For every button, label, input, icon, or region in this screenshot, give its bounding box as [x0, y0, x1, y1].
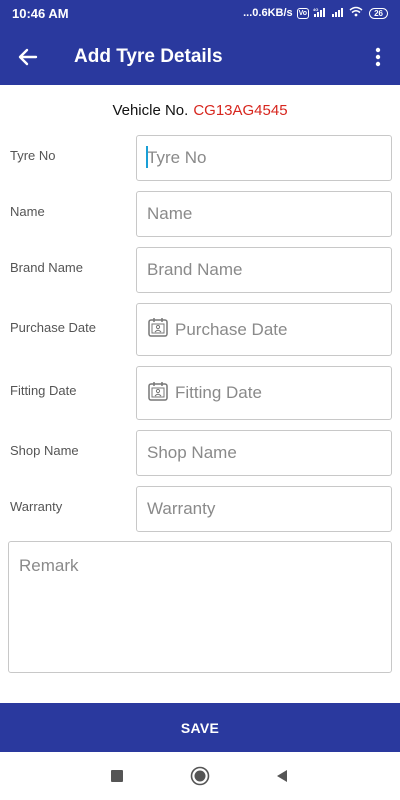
- brand-name-field[interactable]: [136, 247, 392, 293]
- network-speed: ...0.6KB/s: [243, 7, 293, 19]
- status-bar: 10:46 AM ...0.6KB/s Vo 4G 26: [0, 0, 400, 28]
- battery-icon: 26: [369, 7, 388, 19]
- page-title: Add Tyre Details: [74, 46, 223, 67]
- vehicle-label: Vehicle No.: [112, 102, 189, 119]
- shop-name-label: Shop Name: [10, 443, 79, 458]
- more-vertical-icon[interactable]: [366, 42, 390, 72]
- save-button[interactable]: SAVE: [0, 703, 400, 752]
- brand-name-label: Brand Name: [10, 260, 83, 275]
- name-label: Name: [10, 204, 45, 219]
- fitting-date-input[interactable]: [175, 383, 391, 403]
- status-icons: ...0.6KB/s Vo 4G 26: [243, 6, 388, 20]
- vehicle-number-row: Vehicle No. CG13AG4545: [0, 102, 400, 119]
- warranty-field[interactable]: [136, 486, 392, 532]
- calendar-icon: [147, 316, 175, 343]
- triangle-back-icon[interactable]: [272, 766, 292, 786]
- purchase-date-input[interactable]: [175, 319, 391, 340]
- calendar-icon: [147, 380, 175, 407]
- remark-textarea[interactable]: [9, 542, 391, 672]
- back-arrow-icon[interactable]: [12, 42, 44, 72]
- warranty-label: Warranty: [10, 499, 63, 514]
- fitting-date-label: Fitting Date: [10, 383, 77, 398]
- svg-text:4G: 4G: [313, 7, 318, 12]
- square-icon[interactable]: [107, 766, 127, 786]
- shop-name-input[interactable]: [147, 443, 391, 463]
- signal-icon: 4G: [313, 7, 327, 20]
- wifi-icon: [349, 6, 363, 20]
- warranty-input[interactable]: [147, 499, 391, 519]
- purchase-date-label: Purchase Date: [10, 320, 96, 335]
- name-input[interactable]: [147, 204, 391, 224]
- tyre-no-input[interactable]: [147, 148, 391, 168]
- tyre-no-field[interactable]: [136, 135, 392, 181]
- signal-icon-2: [331, 7, 345, 20]
- circle-icon[interactable]: [190, 766, 210, 786]
- header: 10:46 AM ...0.6KB/s Vo 4G 26 Add Tyre De…: [0, 0, 400, 85]
- system-nav-bar: [0, 752, 400, 800]
- purchase-date-field[interactable]: [136, 303, 392, 356]
- brand-name-input[interactable]: [147, 260, 391, 280]
- tyre-no-label: Tyre No: [10, 148, 56, 163]
- status-time: 10:46 AM: [12, 6, 69, 21]
- vehicle-number-value: CG13AG4545: [193, 102, 288, 119]
- remark-field[interactable]: [8, 541, 392, 673]
- fitting-date-field[interactable]: [136, 366, 392, 420]
- name-field[interactable]: [136, 191, 392, 237]
- shop-name-field[interactable]: [136, 430, 392, 476]
- text-cursor: [146, 146, 148, 168]
- volte-badge: Vo: [296, 7, 310, 19]
- app-bar: Add Tyre Details: [0, 28, 400, 85]
